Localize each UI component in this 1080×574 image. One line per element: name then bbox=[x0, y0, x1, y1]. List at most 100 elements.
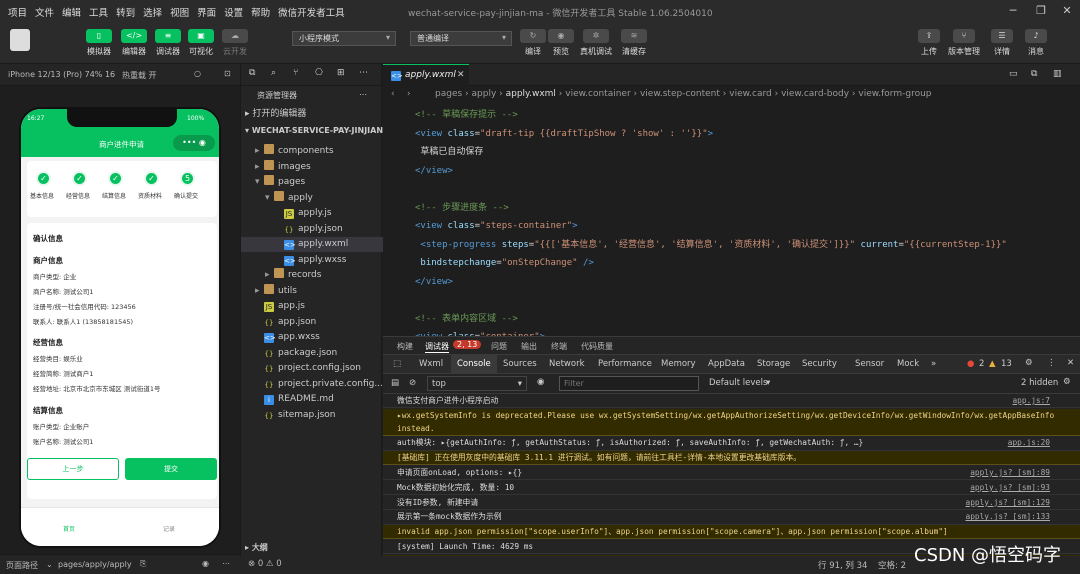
debug-icon[interactable]: ⎔ bbox=[315, 68, 323, 78]
copy-icon[interactable]: ⎘ bbox=[140, 559, 146, 569]
tree-item[interactable]: ▸ records bbox=[241, 268, 383, 283]
page-path[interactable]: pages/apply/apply bbox=[58, 560, 132, 569]
menu-select[interactable]: 选择 bbox=[143, 5, 162, 19]
git-icon[interactable]: ⑂ bbox=[293, 68, 298, 78]
device-select[interactable]: iPhone 12/13 (Pro) 74% 16 bbox=[8, 70, 115, 79]
more-icon[interactable]: ⋯ bbox=[222, 559, 230, 568]
tree-item[interactable]: i README.md bbox=[241, 392, 383, 407]
capsule-menu[interactable]: ••• ◉ bbox=[173, 135, 215, 151]
tree-item[interactable]: <> app.wxss bbox=[241, 330, 383, 345]
console-warning[interactable]: [基础库] 正在使用灰度中的基础库 3.11.1 进行调试。如有问题，请前往工具… bbox=[383, 451, 1080, 466]
tab-code-quality[interactable]: 代码质量 bbox=[581, 341, 613, 352]
menu-tools[interactable]: 工具 bbox=[89, 5, 108, 19]
tab-sensor[interactable]: Sensor bbox=[855, 359, 884, 369]
tab-performance[interactable]: Performance bbox=[598, 359, 652, 369]
menu-interface[interactable]: 界面 bbox=[197, 5, 216, 19]
visual-button[interactable]: ▣ 可视化 bbox=[188, 29, 214, 57]
details-button[interactable]: ☰ 详情 bbox=[991, 29, 1013, 57]
close-icon[interactable]: ✕ bbox=[1060, 4, 1074, 18]
simulator-button[interactable]: ▯ 模拟器 bbox=[86, 29, 112, 57]
inspect-icon[interactable]: ⊡ bbox=[224, 69, 231, 78]
eye-icon[interactable]: ◉ bbox=[537, 377, 544, 387]
mode-select[interactable]: 小程序模式 ▾ bbox=[292, 31, 396, 46]
close-tab-icon[interactable]: ✕ bbox=[457, 70, 465, 80]
tree-item[interactable]: ▾ pages bbox=[241, 175, 383, 190]
source-link[interactable]: apply.js? [sm]:89 bbox=[970, 466, 1050, 479]
compare-icon[interactable]: ⧉ bbox=[1031, 69, 1037, 79]
step-3-icon[interactable]: ✓ bbox=[108, 171, 123, 186]
console-message[interactable]: auth模块: ▸{getAuthInfo: ƒ, getAuthStatus:… bbox=[383, 436, 1080, 451]
more-tabs-icon[interactable]: » bbox=[931, 359, 936, 369]
search-icon[interactable]: ⌕ bbox=[271, 68, 276, 78]
split-editor-icon[interactable]: ▭ bbox=[1009, 69, 1018, 79]
more-vert-icon[interactable]: ⋮ bbox=[1047, 358, 1056, 368]
source-link[interactable]: app.js:20 bbox=[1008, 436, 1050, 449]
menu-settings[interactable]: 设置 bbox=[224, 5, 243, 19]
gear-icon[interactable]: ⚙ bbox=[1063, 377, 1071, 387]
eye-icon[interactable]: ◉ bbox=[202, 559, 209, 568]
source-link[interactable]: app.js:7 bbox=[1012, 394, 1050, 407]
tab-build[interactable]: 构建 bbox=[397, 341, 413, 352]
error-count[interactable]: 2 bbox=[979, 359, 984, 369]
tree-item[interactable]: {} project.config.json bbox=[241, 361, 383, 376]
cloud-button[interactable]: ☁ 云开发 bbox=[222, 29, 248, 57]
step-5-icon[interactable]: 5 bbox=[180, 171, 195, 186]
gear-icon[interactable]: ⚙ bbox=[1025, 358, 1033, 368]
tree-item[interactable]: <> apply.wxss bbox=[241, 253, 383, 268]
breadcrumb-item[interactable]: pages › apply › apply.wxml › view.contai… bbox=[435, 89, 932, 99]
tree-item[interactable]: <> apply.wxml bbox=[241, 237, 383, 252]
source-link[interactable]: apply.js? [sm]:133 bbox=[966, 510, 1051, 523]
tree-item[interactable]: {} package.json bbox=[241, 346, 383, 361]
indent-setting[interactable]: 空格: 2 bbox=[878, 559, 906, 571]
compile-select[interactable]: 普通编译 ▾ bbox=[410, 31, 512, 46]
more-icon[interactable]: ⋯ bbox=[359, 90, 367, 99]
code-editor[interactable]: <!-- 草稿保存提示 --> <view class="draft-tip {{… bbox=[383, 104, 1080, 336]
warning-count[interactable]: 13 bbox=[1001, 359, 1012, 369]
menu-goto[interactable]: 转到 bbox=[116, 5, 135, 19]
menu-view[interactable]: 视图 bbox=[170, 5, 189, 19]
console-message[interactable]: 微信支付商户进件小程序启动 app.js:7 bbox=[383, 394, 1080, 409]
tree-item[interactable]: ▸ components bbox=[241, 144, 383, 159]
tab-console[interactable]: Console bbox=[451, 355, 497, 375]
tree-item[interactable]: {} sitemap.json bbox=[241, 408, 383, 423]
inspect-element-icon[interactable]: ⬚ bbox=[393, 359, 401, 369]
console-message[interactable]: 展示第一条mock数据作为示例 apply.js? [sm]:133 bbox=[383, 510, 1080, 525]
nav-back-icon[interactable]: ‹ bbox=[391, 89, 395, 99]
version-button[interactable]: ⑂ 版本管理 bbox=[948, 29, 980, 57]
console-warning[interactable]: invalid app.json permission["scope.userI… bbox=[383, 525, 1080, 540]
tab-network[interactable]: Network bbox=[549, 359, 585, 369]
hot-reload-toggle[interactable]: 热重载 开 bbox=[122, 70, 157, 81]
menu-edit[interactable]: 编辑 bbox=[62, 5, 81, 19]
cursor-position[interactable]: 行 91, 列 34 bbox=[818, 559, 867, 571]
console-message[interactable]: 没有ID参数, 新建申请 apply.js? [sm]:129 bbox=[383, 496, 1080, 510]
prev-button[interactable]: 上一步 bbox=[27, 458, 119, 480]
tree-item[interactable]: {} apply.json bbox=[241, 222, 383, 237]
menu-devtools[interactable]: 微信开发者工具 bbox=[278, 5, 345, 19]
clear-cache-button[interactable]: ≋ 清缓存 bbox=[621, 29, 647, 57]
source-link[interactable]: apply.js? [sm]:129 bbox=[966, 496, 1051, 509]
console-warning[interactable]: ▸wx.getSystemInfo is deprecated.Please u… bbox=[383, 408, 1080, 436]
sidebar-toggle-icon[interactable]: ▤ bbox=[391, 378, 399, 388]
tree-item[interactable]: {} project.private.config... bbox=[241, 377, 383, 392]
compile-button[interactable]: ↻ 编译 bbox=[520, 29, 546, 57]
nav-forward-icon[interactable]: › bbox=[407, 89, 411, 99]
open-editors-section[interactable]: ▸ 打开的编辑器 bbox=[241, 107, 383, 122]
tree-item[interactable]: JS app.js bbox=[241, 299, 383, 314]
tree-item[interactable]: ▾ apply bbox=[241, 190, 383, 206]
step-4-icon[interactable]: ✓ bbox=[144, 171, 159, 186]
preview-button[interactable]: ◉ 预览 bbox=[548, 29, 574, 57]
tree-item[interactable]: {} app.json bbox=[241, 315, 383, 330]
editor-button[interactable]: </> 编辑器 bbox=[121, 29, 147, 57]
more-icon[interactable]: ⋯ bbox=[359, 68, 368, 78]
outline-section[interactable]: ▸ 大纲 bbox=[241, 540, 383, 555]
tab-memory[interactable]: Memory bbox=[661, 359, 696, 369]
filter-input[interactable] bbox=[559, 376, 699, 391]
tab-security[interactable]: Security bbox=[802, 359, 837, 369]
step-2-icon[interactable]: ✓ bbox=[72, 171, 87, 186]
upload-button[interactable]: ⇪ 上传 bbox=[918, 29, 940, 57]
context-select[interactable]: top ▾ bbox=[427, 376, 527, 391]
tab-issues[interactable]: 问题 bbox=[491, 341, 507, 352]
tab-apply-wxml[interactable]: <> apply.wxml ✕ bbox=[383, 64, 469, 86]
tree-item[interactable]: ▸ utils bbox=[241, 283, 383, 299]
tab-wxml[interactable]: Wxml bbox=[419, 359, 443, 369]
